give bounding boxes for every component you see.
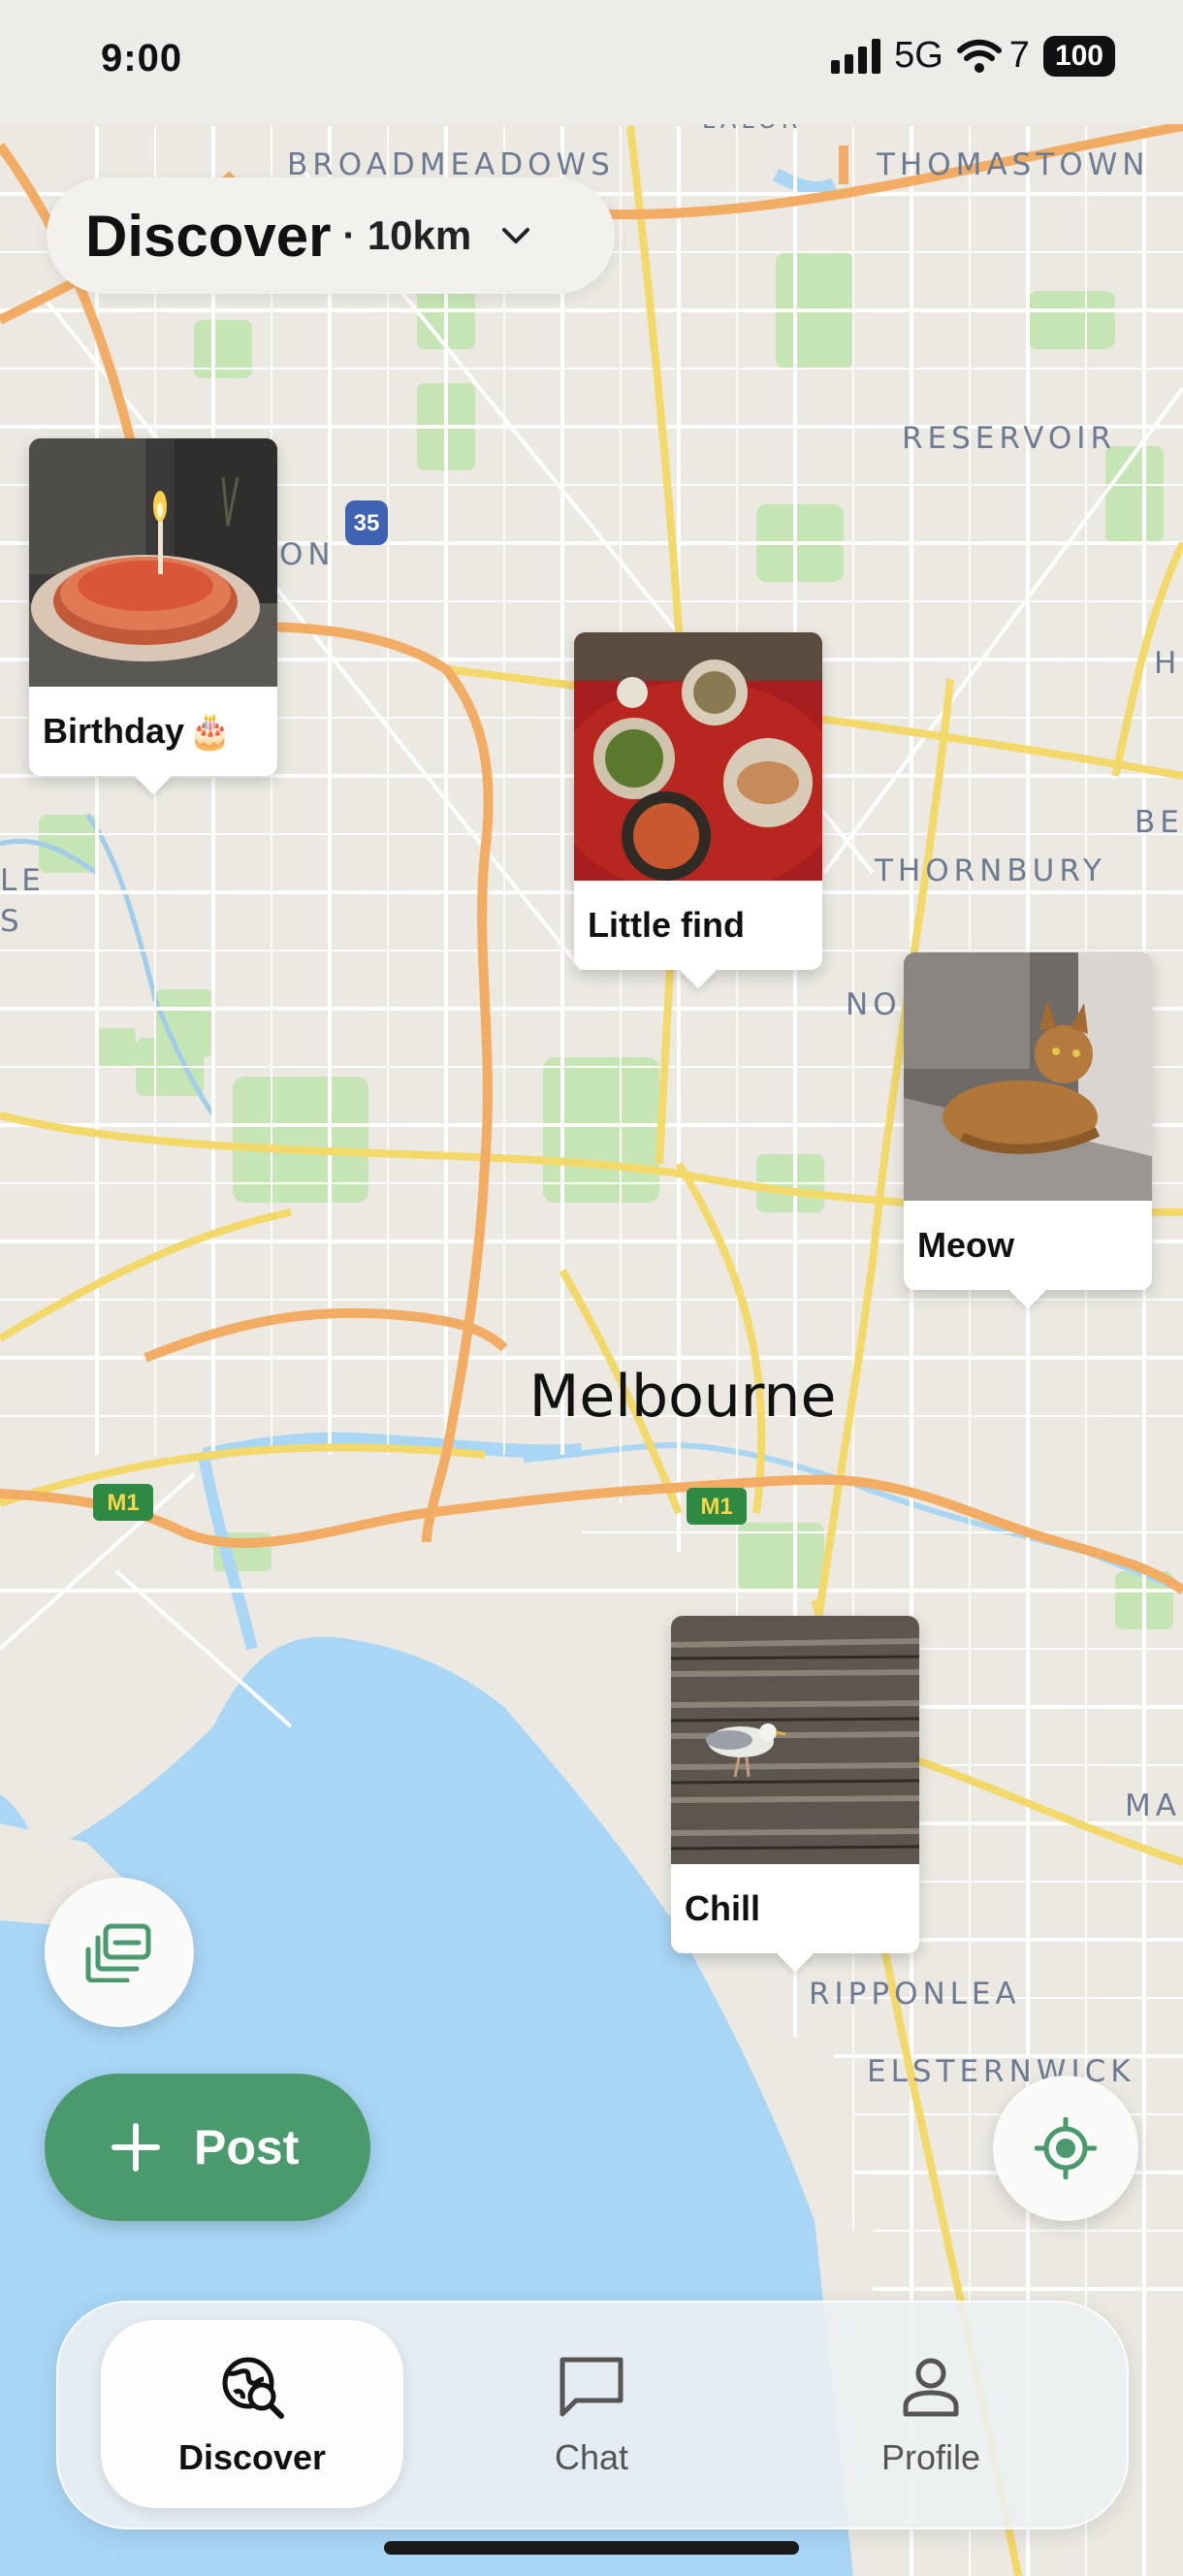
gallery-stack-icon <box>85 1923 151 1982</box>
post-button[interactable]: Post <box>45 2074 370 2221</box>
tab-chat[interactable]: Chat <box>440 2320 743 2508</box>
bottom-tab-bar: Discover Chat Profile <box>56 2301 1129 2529</box>
pin-label-text: Birthday <box>43 711 185 751</box>
discover-radius-selector[interactable]: Discover · 10km <box>47 177 615 294</box>
plus-icon <box>112 2123 160 2172</box>
suburb-thomastown: THOMASTOWN <box>876 147 1149 182</box>
wifi-icon <box>956 39 1002 73</box>
pin-photo-food-plates <box>574 632 822 881</box>
tab-discover[interactable]: Discover <box>101 2320 403 2508</box>
gallery-button[interactable] <box>45 1878 194 2027</box>
svg-text:LE: LE <box>0 863 46 898</box>
globe-search-icon <box>222 2357 284 2419</box>
svg-text:S: S <box>0 904 24 939</box>
pin-photo-birthday-cake <box>29 438 277 687</box>
chevron-down-icon <box>502 228 530 243</box>
svg-text:M1: M1 <box>700 1494 732 1520</box>
svg-text:MA: MA <box>1125 1788 1181 1823</box>
person-icon <box>903 2358 959 2417</box>
city-label-melbourne: Melbourne <box>529 1363 837 1431</box>
tab-label: Chat <box>554 2437 629 2477</box>
battery-indicator: 100 <box>1042 35 1115 77</box>
suburb-ripponlea: RIPPONLEA <box>809 1977 1021 2012</box>
cake-emoji: 🎂 <box>188 711 232 751</box>
tab-profile[interactable]: Profile <box>780 2320 1082 2508</box>
page-title: Discover <box>85 203 332 269</box>
map-pin-meow[interactable]: Meow <box>904 952 1152 1309</box>
svg-text:NO: NO <box>846 987 902 1022</box>
suburb-reservoir: RESERVOIR <box>902 421 1116 456</box>
svg-text:35: 35 <box>354 510 380 536</box>
title-separator: · <box>342 213 356 257</box>
svg-text:ON: ON <box>279 537 336 572</box>
suburb-thornbury: THORNBURY <box>874 853 1106 888</box>
tab-label: Discover <box>177 2437 327 2477</box>
map-pin-birthday[interactable]: Birthday 🎂 <box>29 438 277 795</box>
pin-photo-seagull-on-boardwalk <box>671 1616 919 1864</box>
locate-icon <box>1035 2117 1097 2179</box>
locate-me-button[interactable] <box>993 2076 1138 2221</box>
post-button-label: Post <box>194 2120 300 2174</box>
home-indicator[interactable] <box>384 2541 799 2555</box>
svg-text:H: H <box>1154 646 1181 681</box>
map-pin-chill[interactable]: Chill <box>671 1616 919 1973</box>
status-bar: 9:00 5G 7 100 <box>0 0 1183 124</box>
map-pin-little-find[interactable]: Little find <box>574 632 822 989</box>
network-type: 5G <box>894 35 943 76</box>
radius-value: 10km <box>367 212 472 258</box>
pin-photo-cat <box>904 952 1152 1201</box>
svg-text:BE: BE <box>1135 805 1183 840</box>
chat-bubble-icon <box>560 2357 623 2417</box>
wifi-count: 7 <box>1008 35 1030 76</box>
svg-text:M1: M1 <box>107 1490 139 1516</box>
tab-label: Profile <box>880 2437 981 2477</box>
cellular-signal-icon <box>831 38 881 74</box>
status-time: 9:00 <box>101 37 183 80</box>
